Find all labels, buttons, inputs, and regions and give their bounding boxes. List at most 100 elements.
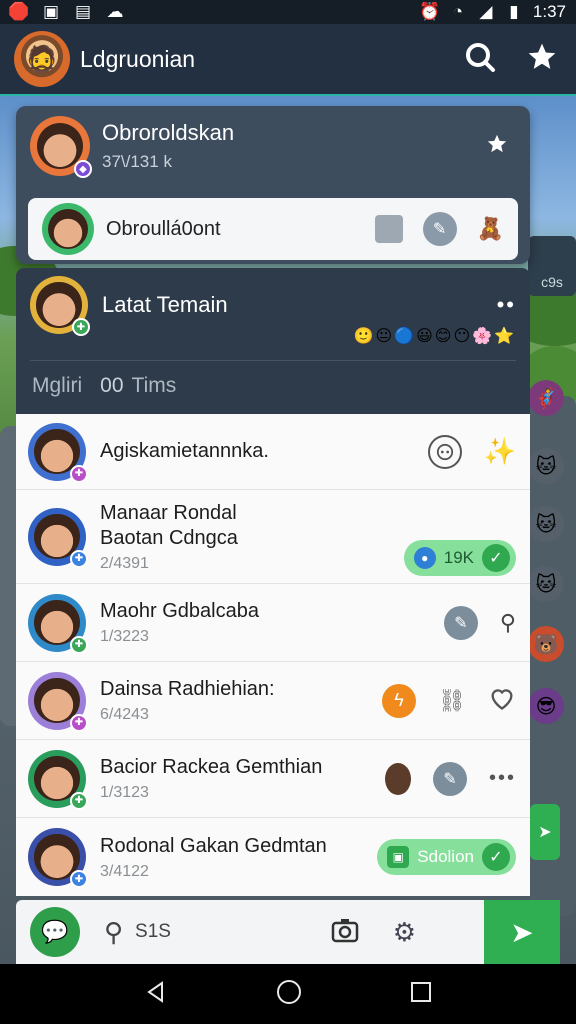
side-panel-label: c9s bbox=[528, 236, 576, 296]
home-icon[interactable] bbox=[276, 979, 302, 1010]
signal-icon: ◢ bbox=[479, 2, 493, 21]
character-icon[interactable]: 🧸 bbox=[477, 216, 504, 242]
filter-label: Mgliri bbox=[32, 374, 83, 397]
list-item[interactable]: ✚ Dainsa Radhiehian: 6/4243 ϟ ⛓ bbox=[16, 662, 530, 740]
notification-icon: ▣ bbox=[42, 2, 60, 21]
member-icon: 😐 bbox=[375, 328, 393, 345]
member-icon: 🌸 bbox=[472, 328, 493, 345]
more-options-icon[interactable]: ••• bbox=[489, 767, 516, 790]
avatar: ✚ bbox=[28, 749, 88, 810]
avatar: ✚ bbox=[28, 507, 88, 568]
camera-icon[interactable] bbox=[331, 917, 359, 948]
side-character-icon[interactable]: 🐱 bbox=[528, 448, 564, 484]
lightning-icon[interactable]: ϟ bbox=[382, 683, 417, 718]
avatar: ◆ bbox=[30, 116, 92, 178]
avatar: ✚ bbox=[28, 671, 88, 732]
bottom-composer: 💬 ⚲ S1S ⚙ ➤ bbox=[16, 900, 560, 964]
member-icon: 😃 bbox=[416, 328, 433, 345]
contact-name: Manaar Rondal Baotan Cdngca bbox=[100, 501, 238, 549]
list-item[interactable]: ✚ Rodonal Gakan Gedmtan 3/4122 ▣ Sdolion… bbox=[16, 818, 530, 896]
link-icon[interactable]: ⛓ bbox=[438, 688, 466, 714]
contact-meta: 3/4122 bbox=[100, 862, 149, 880]
app-notification-icon: 🛑 bbox=[8, 2, 30, 21]
contact-name: Bacior Rackea Gemthian bbox=[100, 756, 323, 778]
side-character-icon[interactable]: 🐱 bbox=[528, 566, 564, 602]
team-panel: ✚ Latat Temain •• 🙂 😐 🔵 😃 😊 😶 🌸 ⭐ Mgliri… bbox=[16, 268, 530, 416]
solution-badge-label: Sdolion bbox=[417, 847, 474, 866]
list-item[interactable]: ✚ Agiskamietannnka. ✨ bbox=[16, 414, 530, 490]
contact-name: Maohr Gdbalcaba bbox=[100, 600, 259, 622]
app-bar: 🧔 Ldgruonian bbox=[0, 24, 576, 96]
chat-icon[interactable] bbox=[427, 434, 462, 469]
heart-icon[interactable] bbox=[488, 685, 516, 716]
status-time: 1:37 bbox=[532, 2, 566, 21]
solution-badge[interactable]: ▣ Sdolion ✓ bbox=[377, 839, 516, 875]
avatar: ✚ bbox=[28, 593, 88, 654]
app-title: Ldgruonian bbox=[80, 45, 196, 72]
square-icon[interactable] bbox=[374, 215, 403, 243]
status-badge: ✚ bbox=[70, 549, 88, 568]
gift-icon: ▣ bbox=[387, 846, 410, 868]
chat-icon[interactable]: ✎ bbox=[443, 605, 478, 640]
search-icon[interactable] bbox=[464, 41, 496, 78]
contact-name: Rodonal Gakan Gedmtan bbox=[100, 834, 327, 857]
notification-row[interactable]: Obroullá0ont ✎ 🧸 bbox=[28, 198, 518, 260]
divider bbox=[30, 360, 516, 361]
member-icon: ⭐ bbox=[494, 328, 514, 345]
back-icon[interactable] bbox=[144, 980, 168, 1009]
side-send-icon[interactable]: ➤ bbox=[530, 804, 560, 860]
member-icon: 🙂 bbox=[353, 328, 374, 345]
side-character-icon[interactable]: 🐻 bbox=[528, 626, 564, 662]
notification-row-label: Obroullá0ont bbox=[106, 217, 221, 240]
contact-meta: 6/4243 bbox=[100, 706, 149, 723]
list-item[interactable]: ✚ Maohr Gdbalcaba 1/3223 ✎ ⚲ bbox=[16, 584, 530, 662]
settings-icon[interactable]: ⚙ bbox=[393, 917, 416, 948]
contact-meta: 1/3123 bbox=[100, 784, 149, 801]
notification-card[interactable]: ◆ Obroroldskan 37\/131 k Obroullá0ont ✎ … bbox=[16, 106, 530, 264]
recents-icon[interactable] bbox=[410, 981, 432, 1008]
chat-icon[interactable]: ✎ bbox=[422, 212, 457, 246]
team-name: Latat Temain bbox=[102, 292, 228, 317]
drop-icon[interactable]: ⚲ bbox=[104, 917, 123, 948]
contact-meta: 1/3223 bbox=[100, 628, 149, 645]
filter-unit: Tims bbox=[131, 374, 177, 397]
contact-meta: 2/4391 bbox=[100, 554, 149, 572]
status-badge: ✚ bbox=[70, 791, 88, 810]
filter-count: 00 bbox=[100, 374, 124, 397]
notification-icon: ▤ bbox=[74, 2, 92, 21]
chat-button[interactable]: 💬 bbox=[30, 907, 80, 957]
notification-subtitle: 37\/131 k bbox=[102, 152, 172, 171]
wifi-icon: ◔ bbox=[452, 2, 464, 21]
side-character-icon[interactable]: 🐱 bbox=[528, 506, 564, 542]
list-item[interactable]: ✚ Bacior Rackea Gemthian 1/3123 ✎ ••• bbox=[16, 740, 530, 818]
avatar: ✚ bbox=[28, 828, 88, 888]
battery-icon: ▮ bbox=[509, 2, 519, 21]
contact-list: ✚ Agiskamietannnka. ✨ ✚ Manaar Rondal Ba… bbox=[16, 414, 530, 896]
list-item[interactable]: ✚ Manaar Rondal Baotan Cdngca 2/4391 ● 1… bbox=[16, 490, 530, 584]
close-icon[interactable] bbox=[486, 133, 508, 160]
star-icon[interactable] bbox=[526, 41, 558, 78]
pin-icon[interactable]: ⚲ bbox=[500, 610, 516, 636]
app-logo[interactable]: 🧔 bbox=[14, 31, 70, 87]
send-button[interactable]: ➤ bbox=[484, 900, 560, 964]
avatar bbox=[42, 203, 94, 255]
user-icon: ● bbox=[413, 547, 436, 569]
level-badge[interactable]: ● 19K ✓ bbox=[403, 540, 516, 576]
check-icon: ✓ bbox=[482, 843, 510, 871]
status-badge: ◆ bbox=[74, 160, 92, 178]
composer-count: S1S bbox=[135, 921, 171, 942]
avatar: ✚ bbox=[30, 276, 90, 336]
member-icon: 😊 bbox=[434, 328, 452, 345]
alarm-icon: ⏰ bbox=[419, 2, 441, 21]
seed-icon[interactable] bbox=[384, 762, 411, 795]
more-options-icon[interactable]: •• bbox=[497, 292, 516, 318]
status-badge: ✚ bbox=[70, 713, 88, 732]
chat-icon[interactable]: ✎ bbox=[432, 761, 467, 796]
team-filter[interactable]: Mgliri 00 Tims bbox=[32, 374, 176, 398]
side-character-icon[interactable]: 🦸 bbox=[528, 380, 564, 416]
magic-wand-icon[interactable]: ✨ bbox=[484, 436, 516, 467]
contact-name: Dainsa Radhiehian: bbox=[100, 678, 275, 700]
side-character-icon[interactable]: 😎 bbox=[528, 688, 564, 724]
status-bar: 🛑 ▣ ▤ ☁ ⏰ ◔ ◢ ▮ 1:37 bbox=[0, 0, 576, 24]
navigation-bar bbox=[0, 964, 576, 1024]
